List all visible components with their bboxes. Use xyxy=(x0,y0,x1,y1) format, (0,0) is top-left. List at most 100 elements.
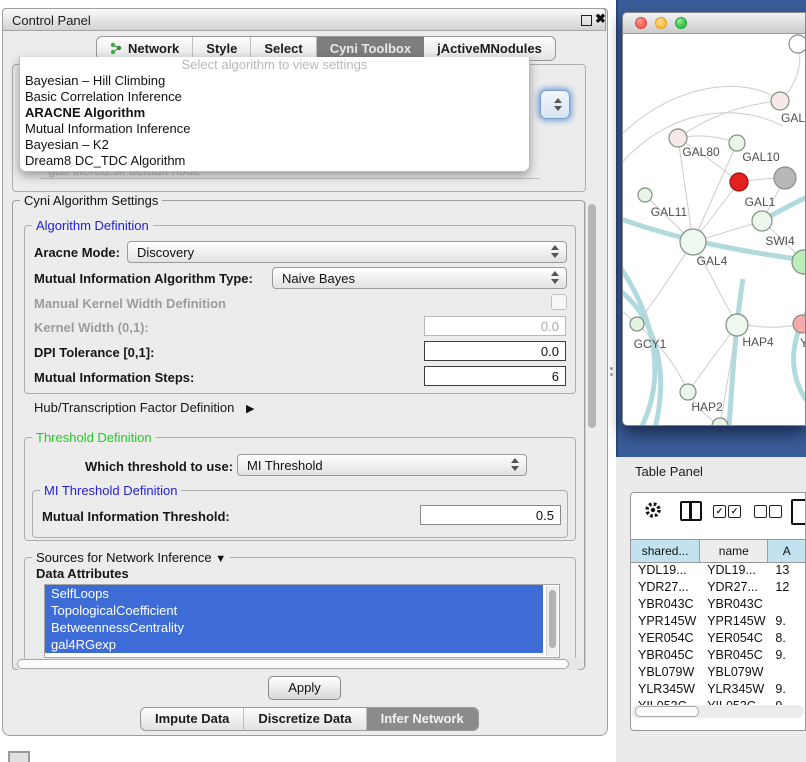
network-node-label: Y xyxy=(800,336,806,350)
algorithm-option[interactable]: Mutual Information Inference xyxy=(20,121,529,137)
kernel-width-field[interactable]: 0.0 xyxy=(424,316,566,336)
tab-infer-network[interactable]: Infer Network xyxy=(367,708,478,730)
network-node[interactable] xyxy=(792,250,806,274)
close-icon[interactable]: ✖ xyxy=(595,11,606,27)
table-cell xyxy=(768,596,805,613)
table-panel-title: Table Panel xyxy=(635,464,703,479)
minimized-panel-icon[interactable] xyxy=(8,751,30,762)
table-cell: 9. xyxy=(768,613,805,630)
table-row[interactable]: YPR145WYPR145W9. xyxy=(631,613,805,630)
mi-type-select[interactable]: Naive Bayes xyxy=(272,267,567,289)
mi-threshold-field[interactable]: 0.5 xyxy=(420,505,561,525)
network-node[interactable] xyxy=(638,188,652,202)
algorithm-option[interactable]: Bayesian – Hill Climbing xyxy=(20,73,529,89)
screen: Control Panel ✖ Network Style Select Cyn… xyxy=(0,0,806,762)
column-header-name[interactable]: name xyxy=(700,540,768,562)
algorithm-option[interactable]: Bayesian – K2 xyxy=(20,137,529,153)
table-row[interactable]: YDR27...YDR27...12 xyxy=(631,579,805,596)
table-row[interactable]: YBL079WYBL079W xyxy=(631,664,805,681)
table-cell xyxy=(768,664,805,681)
network-node[interactable] xyxy=(793,315,806,333)
minimize-traffic-light[interactable] xyxy=(655,17,667,29)
algorithm-option[interactable]: ARACNE Algorithm xyxy=(20,105,529,121)
attribute-list-item[interactable]: BetweennessCentrality xyxy=(45,619,543,636)
column-header-partial[interactable]: A xyxy=(768,540,805,562)
table-row[interactable]: YBR045CYBR045C9. xyxy=(631,647,805,664)
list-vertical-scrollbar[interactable] xyxy=(546,586,558,656)
aracne-mode-select[interactable]: Discovery xyxy=(127,241,567,263)
sources-group-title[interactable]: Sources for Network Inference ▼ xyxy=(32,551,230,566)
manual-kernel-checkbox[interactable] xyxy=(551,294,567,310)
gear-icon[interactable] xyxy=(644,501,662,519)
node-table-combo-border xyxy=(40,178,540,179)
network-node-label: GAL10 xyxy=(742,150,780,164)
data-attributes-list[interactable]: SelfLoopsTopologicalCoefficientBetweenne… xyxy=(44,584,560,658)
network-node-label: GAL xyxy=(781,111,805,125)
table-cell: 9. xyxy=(768,681,805,698)
scrollbar-thumb[interactable] xyxy=(635,706,699,717)
attribute-list-item[interactable]: gal4RGexp xyxy=(45,636,543,653)
float-window-icon[interactable] xyxy=(581,15,592,26)
column-header-shared-name[interactable]: shared... xyxy=(631,540,700,562)
table-horizontal-scrollbar[interactable] xyxy=(632,705,804,718)
close-traffic-light[interactable] xyxy=(635,17,647,29)
settings-vertical-scrollbar[interactable] xyxy=(585,201,598,667)
network-node[interactable] xyxy=(774,167,796,189)
table-cell: YER054C xyxy=(631,630,700,647)
algorithm-option[interactable]: Dream8 DC_TDC Algorithm xyxy=(20,153,529,169)
scrollbar-thumb[interactable] xyxy=(17,659,569,669)
attribute-list-item[interactable]: TopologicalCoefficient xyxy=(45,602,543,619)
scrollbar-thumb[interactable] xyxy=(588,204,596,428)
splitter-grip[interactable] xyxy=(609,366,614,378)
network-node[interactable] xyxy=(730,173,748,191)
network-node[interactable] xyxy=(630,317,644,331)
network-node[interactable] xyxy=(680,229,706,255)
algorithm-combo-stepper[interactable] xyxy=(540,90,570,119)
zoom-traffic-light[interactable] xyxy=(675,17,687,29)
table-cell: 12 xyxy=(768,579,805,596)
network-node[interactable] xyxy=(712,418,728,426)
checked-checkbox-icon[interactable]: ✓ xyxy=(713,505,726,518)
algorithm-option[interactable]: Basic Correlation Inference xyxy=(20,89,529,105)
mi-steps-field[interactable]: 6 xyxy=(424,366,566,386)
table-cell: YPR145W xyxy=(631,613,700,630)
apply-button[interactable]: Apply xyxy=(268,676,341,700)
file-icon[interactable] xyxy=(791,499,806,525)
network-node-label: GCY1 xyxy=(634,337,667,351)
network-node[interactable] xyxy=(789,35,806,53)
table-cell: YBR045C xyxy=(631,647,700,664)
table-cell: YPR145W xyxy=(700,613,768,630)
mi-threshold-label: Mutual Information Threshold: xyxy=(42,509,230,524)
control-panel-title: Control Panel xyxy=(12,13,91,28)
table-row[interactable]: YBR043CYBR043C xyxy=(631,596,805,613)
unchecked-checkbox-icon[interactable] xyxy=(754,505,767,518)
table-row[interactable]: YDL19...YDL19...13 xyxy=(631,562,805,579)
table-cell: YBL079W xyxy=(631,664,700,681)
table-cell: YER054C xyxy=(700,630,768,647)
network-node[interactable] xyxy=(726,314,748,336)
which-threshold-select[interactable]: MI Threshold xyxy=(237,454,527,476)
kernel-width-label: Kernel Width (0,1): xyxy=(34,320,149,335)
columns-icon[interactable] xyxy=(680,501,702,521)
network-node[interactable] xyxy=(729,135,745,151)
network-node[interactable] xyxy=(752,211,772,231)
unchecked-checkbox-icon[interactable] xyxy=(769,505,782,518)
settings-horizontal-scrollbar[interactable] xyxy=(14,658,582,670)
network-node[interactable] xyxy=(680,384,696,400)
tab-impute-data[interactable]: Impute Data xyxy=(141,708,244,730)
scrollbar-thumb[interactable] xyxy=(549,590,556,648)
network-node[interactable] xyxy=(771,92,789,110)
checked-checkbox-icon[interactable]: ✓ xyxy=(728,505,741,518)
hub-factor-expander[interactable]: Hub/Transcription Factor Definition ▶ xyxy=(34,400,254,415)
table-cell: YLR345W xyxy=(700,681,768,698)
network-canvas[interactable]: GALGAL80GAL10GAL1GAL11SWI4GAL4GCY1HAP4YH… xyxy=(623,34,806,426)
network-node-label: GAL1 xyxy=(745,195,776,209)
tab-discretize-data[interactable]: Discretize Data xyxy=(244,708,366,730)
network-view-window: GALGAL80GAL10GAL1GAL11SWI4GAL4GCY1HAP4YH… xyxy=(622,12,806,426)
table-row[interactable]: YER054CYER054C8. xyxy=(631,630,805,647)
dpi-tolerance-field[interactable]: 0.0 xyxy=(424,341,566,361)
attribute-list-item[interactable]: SelfLoops xyxy=(45,585,543,602)
cyni-algorithm-settings-title: Cyni Algorithm Settings xyxy=(20,194,162,207)
table-row[interactable]: YLR345WYLR345W9. xyxy=(631,681,805,698)
table-cell: 8. xyxy=(768,630,805,647)
